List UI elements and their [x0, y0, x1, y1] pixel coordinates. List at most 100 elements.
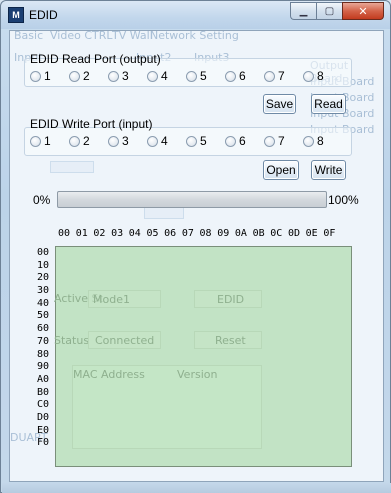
window-bottom-frame — [2, 483, 391, 493]
hex-col-0B: 0B — [252, 228, 265, 239]
app-icon: M — [8, 7, 24, 23]
write-port-radio-5[interactable]: 5 — [186, 134, 225, 148]
radio-circle-icon — [264, 135, 275, 147]
write-button[interactable]: Write — [311, 160, 346, 180]
ghost-status-prefix: Status — [54, 334, 90, 347]
radio-circle-icon — [30, 135, 41, 147]
radio-circle-icon — [69, 135, 80, 147]
maximize-button[interactable]: ▢ — [316, 2, 342, 20]
write-port-radio-6[interactable]: 6 — [225, 134, 264, 148]
ghost-edid-button: EDID — [194, 290, 262, 308]
progress-max-label: 100% — [328, 193, 359, 207]
save-button[interactable]: Save — [263, 94, 296, 114]
radio-circle-icon — [303, 135, 314, 147]
edid-window: M EDID ▁ ▢ ✕ Basic Video CTRL TV Wall Ne… — [0, 0, 391, 493]
ghost-box-1 — [50, 161, 94, 173]
ghost-tab-network: Network Setting — [150, 30, 239, 42]
read-port-radio-4[interactable]: 4 — [147, 69, 186, 83]
write-port-radio-7[interactable]: 7 — [264, 134, 303, 148]
hex-col-04: 04 — [128, 228, 141, 239]
hex-column-header: 00 01 02 03 04 05 06 07 08 09 0A 0B 0C 0… — [58, 228, 341, 239]
hex-data-grid[interactable]: Active St Mode1 EDID Status Connected Re… — [54, 246, 352, 467]
hex-row-F0: F0 — [37, 437, 50, 449]
read-port-label: EDID Read Port (output) — [30, 52, 161, 66]
write-port-label: EDID Write Port (input) — [30, 117, 153, 131]
read-port-radio-8[interactable]: 8 — [303, 69, 342, 83]
hex-col-0F: 0F — [323, 228, 336, 239]
hex-row-30: 30 — [37, 285, 50, 297]
read-port-radio-5[interactable]: 5 — [186, 69, 225, 83]
radio-circle-icon — [69, 70, 80, 82]
hex-col-02: 02 — [93, 228, 106, 239]
progress-min-label: 0% — [33, 193, 51, 207]
hex-col-0D: 0D — [287, 228, 300, 239]
hex-col-03: 03 — [111, 228, 124, 239]
title-bar[interactable]: M EDID ▁ ▢ ✕ — [1, 1, 390, 29]
ghost-version-header: Version — [177, 368, 218, 381]
hex-row-B0: B0 — [37, 386, 50, 398]
hex-col-00: 00 — [58, 228, 71, 239]
read-port-radio-3[interactable]: 3 — [108, 69, 147, 83]
hex-col-0A: 0A — [234, 228, 247, 239]
write-port-radio-4[interactable]: 4 — [147, 134, 186, 148]
radio-circle-icon — [264, 70, 275, 82]
ghost-mac-header: MAC Address — [73, 368, 145, 381]
ghost-box-2 — [144, 207, 184, 219]
radio-circle-icon — [147, 135, 158, 147]
close-button[interactable]: ✕ — [342, 2, 384, 20]
window-controls: ▁ ▢ ✕ — [290, 2, 384, 20]
client-area: Basic Video CTRL TV Wall Network Setting… — [9, 30, 384, 482]
radio-circle-icon — [186, 70, 197, 82]
ghost-reset-button: Reset — [194, 331, 262, 349]
ghost-tab-video: Video CTRL — [50, 30, 113, 42]
write-port-radio-2[interactable]: 2 — [69, 134, 108, 148]
hex-row-A0: A0 — [37, 373, 50, 385]
write-port-radio-8[interactable]: 8 — [303, 134, 342, 148]
hex-col-0E: 0E — [305, 228, 318, 239]
minimize-icon: ▁ — [299, 5, 308, 17]
hex-row-40: 40 — [37, 297, 50, 309]
read-port-radio-2[interactable]: 2 — [69, 69, 108, 83]
hex-col-07: 07 — [181, 228, 194, 239]
ghost-status-box: Connected — [88, 331, 161, 349]
minimize-button[interactable]: ▁ — [290, 2, 316, 20]
write-port-radios: 1 2 3 4 5 6 7 8 — [30, 134, 342, 148]
hex-col-05: 05 — [146, 228, 159, 239]
radio-circle-icon — [108, 70, 119, 82]
read-port-radios: 1 2 3 4 5 6 7 8 — [30, 69, 342, 83]
hex-row-80: 80 — [37, 348, 50, 360]
hex-col-01: 01 — [75, 228, 88, 239]
hex-row-10: 10 — [37, 259, 50, 271]
hex-col-06: 06 — [164, 228, 177, 239]
radio-circle-icon — [225, 70, 236, 82]
progress-bar — [57, 191, 327, 208]
read-port-radio-6[interactable]: 6 — [225, 69, 264, 83]
radio-circle-icon — [225, 135, 236, 147]
hex-row-D0: D0 — [37, 411, 50, 423]
write-port-radio-1[interactable]: 1 — [30, 134, 69, 148]
hex-col-08: 08 — [199, 228, 212, 239]
radio-circle-icon — [186, 135, 197, 147]
ghost-tab-basic: Basic — [14, 30, 44, 42]
hex-col-0C: 0C — [270, 228, 283, 239]
hex-row-20: 20 — [37, 272, 50, 284]
write-port-radio-3[interactable]: 3 — [108, 134, 147, 148]
hex-row-70: 70 — [37, 335, 50, 347]
open-button[interactable]: Open — [263, 160, 299, 180]
close-icon: ✕ — [358, 4, 368, 18]
hex-col-09: 09 — [217, 228, 230, 239]
hex-row-E0: E0 — [37, 424, 50, 436]
ghost-tab-tvwall: TV Wall — [112, 30, 153, 42]
hex-row-50: 50 — [37, 310, 50, 322]
radio-circle-icon — [30, 70, 41, 82]
radio-circle-icon — [303, 70, 314, 82]
ghost-mode-select: Mode1 — [88, 290, 161, 308]
read-port-radio-1[interactable]: 1 — [30, 69, 69, 83]
ghost-device-list: MAC Address Version — [72, 365, 262, 449]
hex-row-00: 00 — [37, 247, 50, 258]
window-title: EDID — [29, 8, 58, 22]
hex-row-labels: 00 10 20 30 40 50 60 70 80 90 A0 B0 C0 D… — [37, 247, 49, 450]
read-port-radio-7[interactable]: 7 — [264, 69, 303, 83]
read-button[interactable]: Read — [311, 94, 346, 114]
radio-circle-icon — [108, 135, 119, 147]
